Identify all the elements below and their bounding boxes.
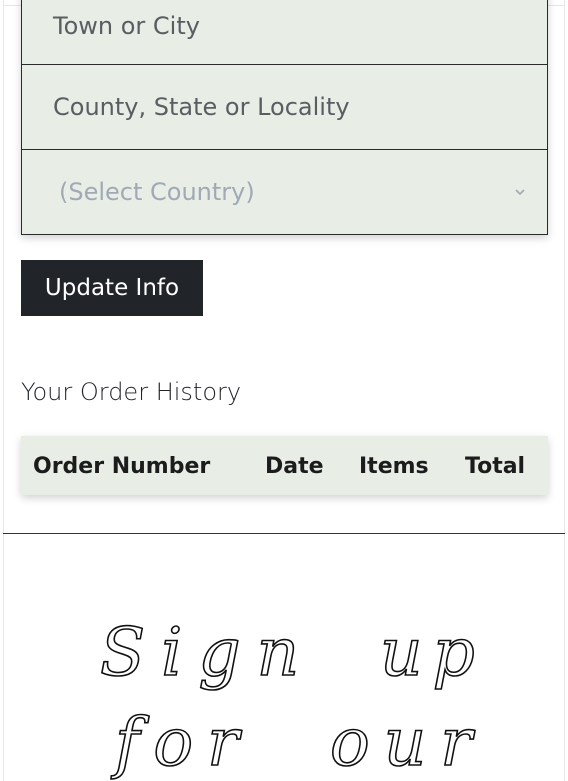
page-frame-right xyxy=(564,0,565,781)
signup-word-sign: Sign xyxy=(100,614,315,691)
county-state-input[interactable]: County, State or Locality xyxy=(21,65,548,150)
column-header-total: Total xyxy=(465,454,526,479)
country-select-value: (Select Country) xyxy=(59,178,255,206)
address-fields: Town or City County, State or Locality (… xyxy=(21,0,548,235)
signup-heading-art: Sign up for our xyxy=(99,613,486,780)
order-history-title: Your Order History xyxy=(21,378,242,406)
county-state-placeholder: County, State or Locality xyxy=(53,93,350,121)
town-city-placeholder: Town or City xyxy=(53,12,200,40)
chevron-down-icon xyxy=(515,189,525,196)
update-info-button[interactable]: Update Info xyxy=(21,260,203,316)
signup-word-our: our xyxy=(330,704,486,780)
signup-word-for: for xyxy=(110,704,253,780)
column-header-date: Date xyxy=(265,454,324,479)
column-header-items: Items xyxy=(359,454,429,479)
column-header-order-number: Order Number xyxy=(33,454,211,479)
signup-word-up: up xyxy=(380,614,485,691)
town-city-input[interactable]: Town or City xyxy=(21,0,548,65)
order-history-table: Order Number Date Items Total xyxy=(21,436,548,495)
section-divider xyxy=(3,533,565,534)
page-frame-left xyxy=(3,0,4,781)
country-select[interactable]: (Select Country) xyxy=(21,150,548,235)
